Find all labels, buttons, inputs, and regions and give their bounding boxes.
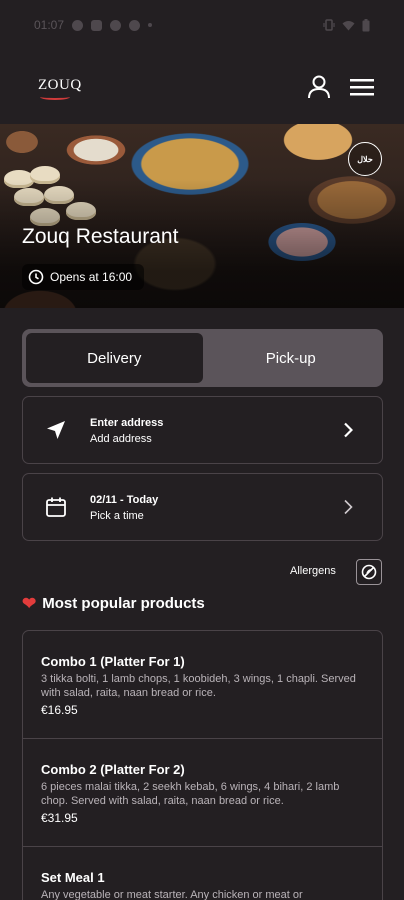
address-title: Enter address [90,417,164,429]
more-notifications-icon [148,23,153,27]
date-title: 02/11 - Today [90,494,159,506]
heart-icon: ❤ [22,594,37,613]
vibrate-icon [323,19,335,31]
product-price: €31.95 [41,811,78,825]
allergens-label[interactable]: Allergens [290,565,336,577]
popular-title-text: Most popular products [42,595,205,612]
product-name: Combo 1 (Platter For 1) [41,654,185,669]
status-time: 01:07 [34,18,65,32]
time-subtitle: Pick a time [90,510,144,522]
allergen-icon [361,564,377,580]
pickup-tab[interactable]: Pick-up [203,333,380,383]
app-notification-icon [91,19,103,31]
product-description: 3 tikka bolti, 1 lamb chops, 1 koobideh,… [41,673,356,699]
popular-section-title: ❤ Most popular products [22,595,205,612]
hero-banner: حلال Zouq Restaurant Opens at 16:00 [0,124,404,308]
chevron-right-icon [344,499,353,515]
opening-hours-badge: Opens at 16:00 [22,264,145,290]
order-mode-toggle: Delivery Pick-up [22,329,383,387]
menu-icon[interactable] [350,76,374,98]
address-selector[interactable]: Enter address Add address [22,396,383,464]
logo-swoosh [40,94,70,100]
product-item[interactable]: Set Meal 1 Any vegetable or meat starter… [23,847,382,900]
product-name: Set Meal 1 [41,870,105,885]
top-bar: ZOUQ [0,50,404,124]
chevron-right-icon [344,422,353,438]
product-price: €16.95 [41,703,78,717]
time-selector[interactable]: 02/11 - Today Pick a time [22,473,383,541]
product-description: Any vegetable or meat starter. Any chick… [41,889,303,900]
account-icon[interactable] [306,74,332,100]
location-arrow-icon [47,421,65,439]
product-list: Combo 1 (Platter For 1) 3 tikka bolti, 1… [22,630,383,900]
opening-hours-text: Opens at 16:00 [50,270,133,284]
product-description: 6 pieces malai tikka, 2 seekh kebab, 6 w… [41,781,340,807]
clock-icon [28,269,44,285]
allergen-filter-button[interactable] [356,559,382,585]
android-icon [129,19,141,31]
messenger-icon [110,19,122,31]
address-subtitle: Add address [90,433,152,445]
product-item[interactable]: Combo 1 (Platter For 1) 3 tikka bolti, 1… [23,631,382,739]
product-name: Combo 2 (Platter For 2) [41,762,185,777]
product-item[interactable]: Combo 2 (Platter For 2) 6 pieces malai t… [23,739,382,847]
halal-badge: حلال [348,142,382,176]
delivery-tab[interactable]: Delivery [26,333,203,383]
restaurant-logo[interactable]: ZOUQ [38,77,82,94]
wifi-icon [342,20,355,30]
battery-icon [362,18,370,31]
restaurant-name: Zouq Restaurant [22,225,179,248]
calendar-icon [46,497,66,517]
notification-icon [72,19,84,31]
status-bar: 01:07 [0,0,404,50]
